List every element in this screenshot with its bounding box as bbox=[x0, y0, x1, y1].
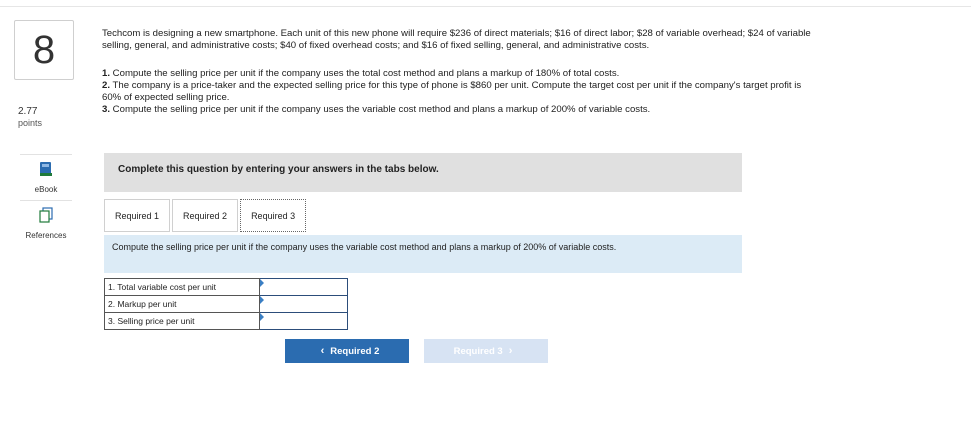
top-divider bbox=[0, 6, 971, 7]
requirement-item: 3. Compute the selling price per unit if… bbox=[102, 104, 812, 116]
requirement-text: The company is a price-taker and the exp… bbox=[102, 80, 802, 103]
references-icon bbox=[39, 207, 53, 228]
input-flag-icon bbox=[260, 296, 264, 304]
chevron-right-icon: › bbox=[508, 345, 513, 357]
previous-required-button[interactable]: ‹ Required 2 bbox=[285, 339, 409, 363]
row-label: 3. Selling price per unit bbox=[104, 312, 260, 330]
requirement-tabs: Required 1 Required 2 Required 3 bbox=[104, 199, 308, 232]
requirement-text: Compute the selling price per unit if th… bbox=[110, 104, 651, 115]
next-required-button[interactable]: Required 3 › bbox=[424, 339, 548, 363]
table-row: 1. Total variable cost per unit bbox=[104, 278, 348, 296]
requirement-number: 2. bbox=[102, 80, 111, 91]
answer-cell bbox=[259, 295, 348, 313]
answer-cell bbox=[259, 278, 348, 296]
tab-required-1[interactable]: Required 1 bbox=[104, 199, 171, 232]
problem-text: Techcom is designing a new smartphone. E… bbox=[102, 28, 812, 116]
row-label: 1. Total variable cost per unit bbox=[104, 278, 260, 296]
input-flag-icon bbox=[260, 279, 264, 287]
requirement-text: Compute the selling price per unit if th… bbox=[110, 68, 620, 79]
tab-required-2[interactable]: Required 2 bbox=[172, 199, 239, 232]
table-row: 2. Markup per unit bbox=[104, 295, 348, 313]
book-icon bbox=[39, 161, 53, 182]
ebook-link[interactable]: eBook bbox=[20, 154, 72, 194]
requirement-item: 1. Compute the selling price per unit if… bbox=[102, 68, 812, 80]
table-row: 3. Selling price per unit bbox=[104, 312, 348, 330]
markup-per-unit-input[interactable] bbox=[260, 296, 347, 312]
points-label: points bbox=[18, 118, 43, 128]
references-label: References bbox=[25, 231, 67, 240]
requirement-item: 2. The company is a price-taker and the … bbox=[102, 80, 812, 104]
problem-intro: Techcom is designing a new smartphone. E… bbox=[102, 28, 811, 51]
tab-required-3[interactable]: Required 3 bbox=[240, 199, 307, 232]
chevron-left-icon: ‹ bbox=[320, 345, 325, 357]
tab-instruction: Compute the selling price per unit if th… bbox=[104, 235, 742, 273]
requirements-list: 1. Compute the selling price per unit if… bbox=[102, 68, 812, 116]
selling-price-input[interactable] bbox=[260, 313, 347, 329]
requirement-number: 3. bbox=[102, 104, 111, 115]
question-number: 8 bbox=[14, 20, 74, 80]
instructions-banner: Complete this question by entering your … bbox=[104, 153, 742, 192]
requirement-number: 1. bbox=[102, 68, 111, 79]
answer-table: 1. Total variable cost per unit 2. Marku… bbox=[104, 278, 348, 330]
points-block: 2.77 points bbox=[18, 106, 42, 128]
input-flag-icon bbox=[260, 313, 264, 321]
total-variable-cost-input[interactable] bbox=[260, 279, 347, 295]
previous-label: Required 2 bbox=[330, 345, 380, 357]
ebook-label: eBook bbox=[34, 185, 58, 194]
answer-cell bbox=[259, 312, 348, 330]
row-label: 2. Markup per unit bbox=[104, 295, 260, 313]
points-value: 2.77 bbox=[18, 106, 38, 117]
next-label: Required 3 bbox=[453, 345, 503, 357]
references-link[interactable]: References bbox=[20, 200, 72, 240]
